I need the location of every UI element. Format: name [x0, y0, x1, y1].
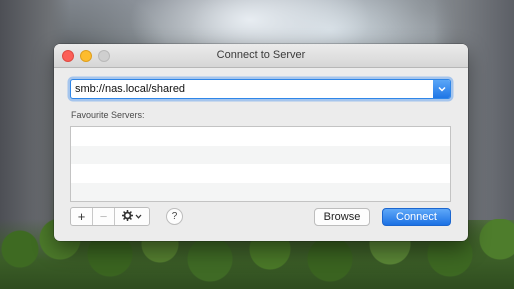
chevron-down-icon [437, 85, 446, 94]
window-title: Connect to Server [216, 49, 306, 61]
list-item[interactable] [71, 164, 450, 183]
remove-favourite-button[interactable]: − [93, 208, 115, 225]
action-menu-button[interactable] [115, 208, 149, 225]
gear-icon [121, 209, 134, 224]
recent-servers-dropdown[interactable] [433, 80, 450, 98]
favourites-toolbar: + − [70, 207, 150, 226]
list-item[interactable] [71, 145, 450, 164]
server-address-input[interactable] [71, 80, 434, 98]
list-item[interactable] [71, 182, 450, 201]
title-bar[interactable]: Connect to Server [54, 44, 468, 68]
server-address-combobox[interactable] [70, 79, 451, 99]
browse-button[interactable]: Browse [314, 208, 370, 226]
add-favourite-button[interactable]: + [71, 208, 93, 225]
list-item[interactable] [71, 127, 450, 146]
connect-to-server-window: Connect to Server Favourite Servers: + − [54, 44, 468, 241]
favourite-servers-label: Favourite Servers: [71, 110, 145, 120]
favourite-servers-list[interactable] [70, 126, 451, 202]
chevron-down-icon [135, 212, 142, 221]
help-button[interactable]: ? [166, 208, 183, 225]
connect-button[interactable]: Connect [382, 208, 451, 226]
